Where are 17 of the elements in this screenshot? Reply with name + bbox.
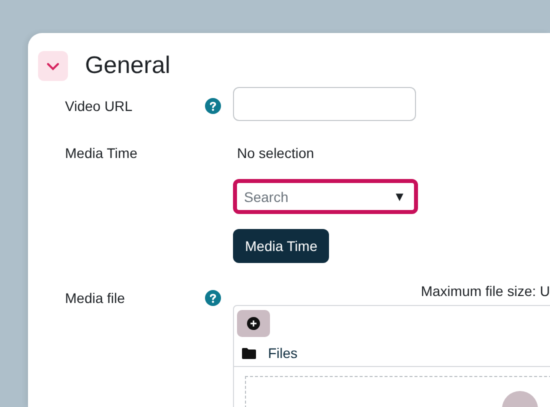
folder-icon [242, 348, 256, 358]
selection-status: No selection [236, 144, 316, 161]
media-time-button[interactable]: Media Time [233, 229, 330, 263]
field-label: Media file [65, 289, 126, 308]
collapse-button[interactable] [38, 51, 68, 81]
plus-circle-icon [247, 317, 260, 330]
url-input-field[interactable] [233, 87, 416, 121]
help-icon[interactable] [205, 98, 221, 114]
add-file-button[interactable] [237, 310, 270, 337]
help-icon[interactable] [205, 290, 221, 306]
chevron-icon [46, 62, 60, 70]
folder-link[interactable]: Files [268, 345, 298, 361]
field-label: Media Time [65, 144, 138, 163]
search-dropdown[interactable]: Search ▼ [233, 179, 418, 214]
section-title: General [85, 52, 170, 80]
field-label: Video URL [65, 97, 134, 116]
max-file-size-text: Maximum file size: U [420, 283, 550, 299]
